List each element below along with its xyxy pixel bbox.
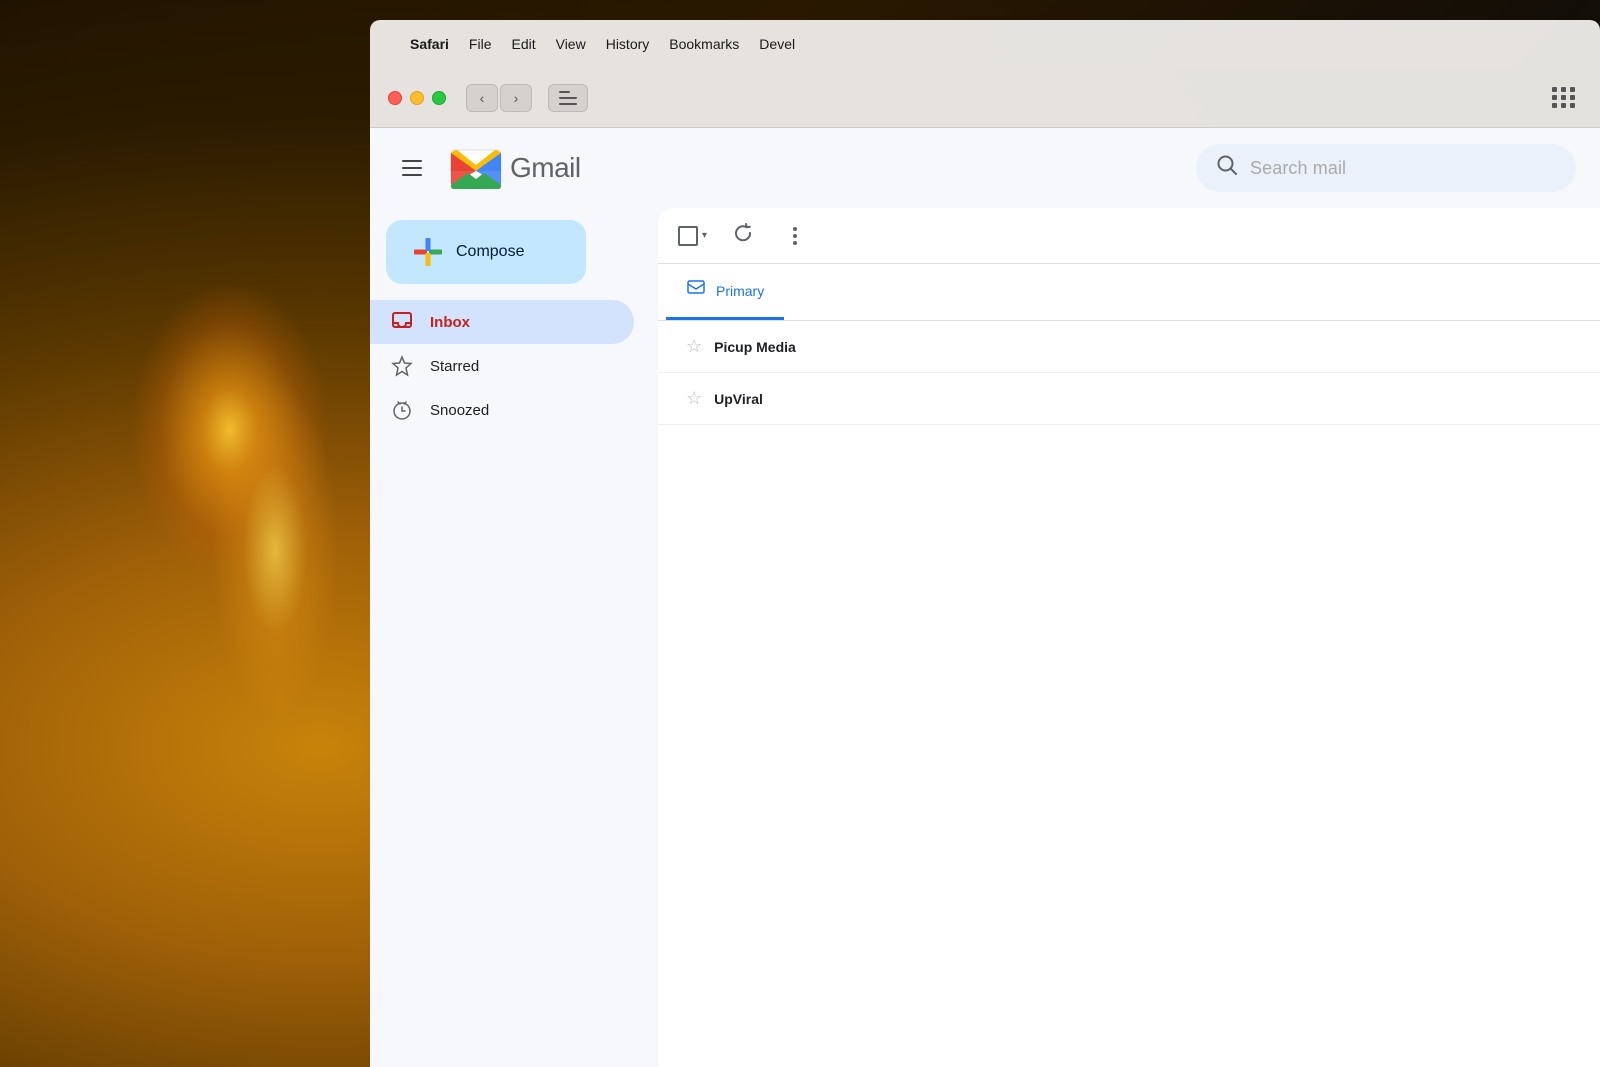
menubar-edit[interactable]: Edit bbox=[511, 36, 535, 52]
refresh-button[interactable] bbox=[727, 220, 759, 252]
back-button[interactable]: ‹ bbox=[466, 84, 498, 112]
hamburger-menu-button[interactable] bbox=[394, 148, 434, 188]
checkbox-dropdown-arrow: ▾ bbox=[702, 230, 707, 241]
email-row-2[interactable]: ☆ UpViral bbox=[658, 373, 1600, 425]
menubar-safari[interactable]: Safari bbox=[410, 36, 449, 52]
email-toolbar: ▾ bbox=[658, 208, 1600, 264]
gmail-header: Gmail Search mail bbox=[370, 128, 1600, 208]
forward-arrow-icon: › bbox=[514, 90, 519, 106]
menubar-bookmarks[interactable]: Bookmarks bbox=[669, 36, 739, 52]
tab-grid-button[interactable] bbox=[1546, 84, 1582, 112]
email-sender-2: UpViral bbox=[714, 391, 874, 407]
nav-arrows: ‹ › bbox=[466, 84, 532, 112]
traffic-lights bbox=[388, 91, 446, 105]
forward-button[interactable]: › bbox=[500, 84, 532, 112]
tab-primary[interactable]: Primary bbox=[666, 264, 784, 320]
gmail-logo-area: Gmail bbox=[450, 147, 581, 189]
primary-tab-label: Primary bbox=[716, 283, 764, 299]
more-dot-1 bbox=[793, 227, 797, 231]
gmail-sidebar: Compose Inbox Starred bbox=[370, 208, 650, 1067]
select-all-checkbox[interactable]: ▾ bbox=[678, 226, 707, 246]
sidebar-item-starred[interactable]: Starred bbox=[370, 344, 634, 388]
checkbox-square-icon bbox=[678, 226, 698, 246]
inbox-nav-icon bbox=[390, 310, 414, 334]
maximize-button[interactable] bbox=[432, 91, 446, 105]
starred-nav-label: Starred bbox=[430, 358, 479, 375]
snoozed-nav-icon bbox=[390, 398, 414, 422]
more-options-button[interactable] bbox=[779, 220, 811, 252]
close-button[interactable] bbox=[388, 91, 402, 105]
hamburger-line-1 bbox=[402, 160, 422, 162]
gmail-search-bar[interactable]: Search mail bbox=[1196, 144, 1576, 192]
sidebar-toggle-button[interactable] bbox=[548, 84, 588, 112]
search-icon bbox=[1216, 154, 1238, 182]
menubar-view[interactable]: View bbox=[556, 36, 586, 52]
sidebar-item-snoozed[interactable]: Snoozed bbox=[370, 388, 634, 432]
minimize-button[interactable] bbox=[410, 91, 424, 105]
compose-button[interactable]: Compose bbox=[386, 220, 586, 284]
gmail-main-panel: ▾ bbox=[658, 208, 1600, 1067]
grid-dots-icon bbox=[1552, 87, 1576, 108]
menubar-devel[interactable]: Devel bbox=[759, 36, 795, 52]
starred-nav-icon bbox=[390, 354, 414, 378]
snoozed-nav-label: Snoozed bbox=[430, 402, 489, 419]
primary-tab-icon bbox=[686, 278, 706, 303]
email-tabs: Primary bbox=[658, 264, 1600, 321]
light-glow-2 bbox=[200, 350, 350, 750]
inbox-nav-label: Inbox bbox=[430, 314, 470, 331]
hamburger-line-2 bbox=[402, 167, 422, 169]
hamburger-line-3 bbox=[402, 174, 422, 176]
email-sender-1: Picup Media bbox=[714, 339, 874, 355]
compose-plus-icon bbox=[414, 238, 442, 266]
menubar-file[interactable]: File bbox=[469, 36, 492, 52]
safari-toolbar: ‹ › bbox=[370, 68, 1600, 128]
gmail-body: Compose Inbox Starred bbox=[370, 208, 1600, 1067]
gmail-wordmark: Gmail bbox=[510, 152, 581, 184]
more-dot-3 bbox=[793, 241, 797, 245]
star-icon-1[interactable]: ☆ bbox=[686, 336, 702, 357]
sidebar-item-inbox[interactable]: Inbox bbox=[370, 300, 634, 344]
star-icon-2[interactable]: ☆ bbox=[686, 388, 702, 409]
menubar-history[interactable]: History bbox=[606, 36, 650, 52]
back-arrow-icon: ‹ bbox=[480, 90, 485, 106]
sidebar-toggle-icon bbox=[559, 91, 577, 105]
refresh-icon bbox=[733, 223, 753, 248]
gmail-content-area: Gmail Search mail bbox=[370, 128, 1600, 1067]
more-dot-2 bbox=[793, 234, 797, 238]
macos-menubar: Safari File Edit View History Bookmarks … bbox=[370, 20, 1600, 68]
compose-label: Compose bbox=[456, 243, 524, 261]
search-placeholder-text: Search mail bbox=[1250, 158, 1346, 179]
gmail-m-icon bbox=[450, 147, 502, 189]
email-row-1[interactable]: ☆ Picup Media bbox=[658, 321, 1600, 373]
